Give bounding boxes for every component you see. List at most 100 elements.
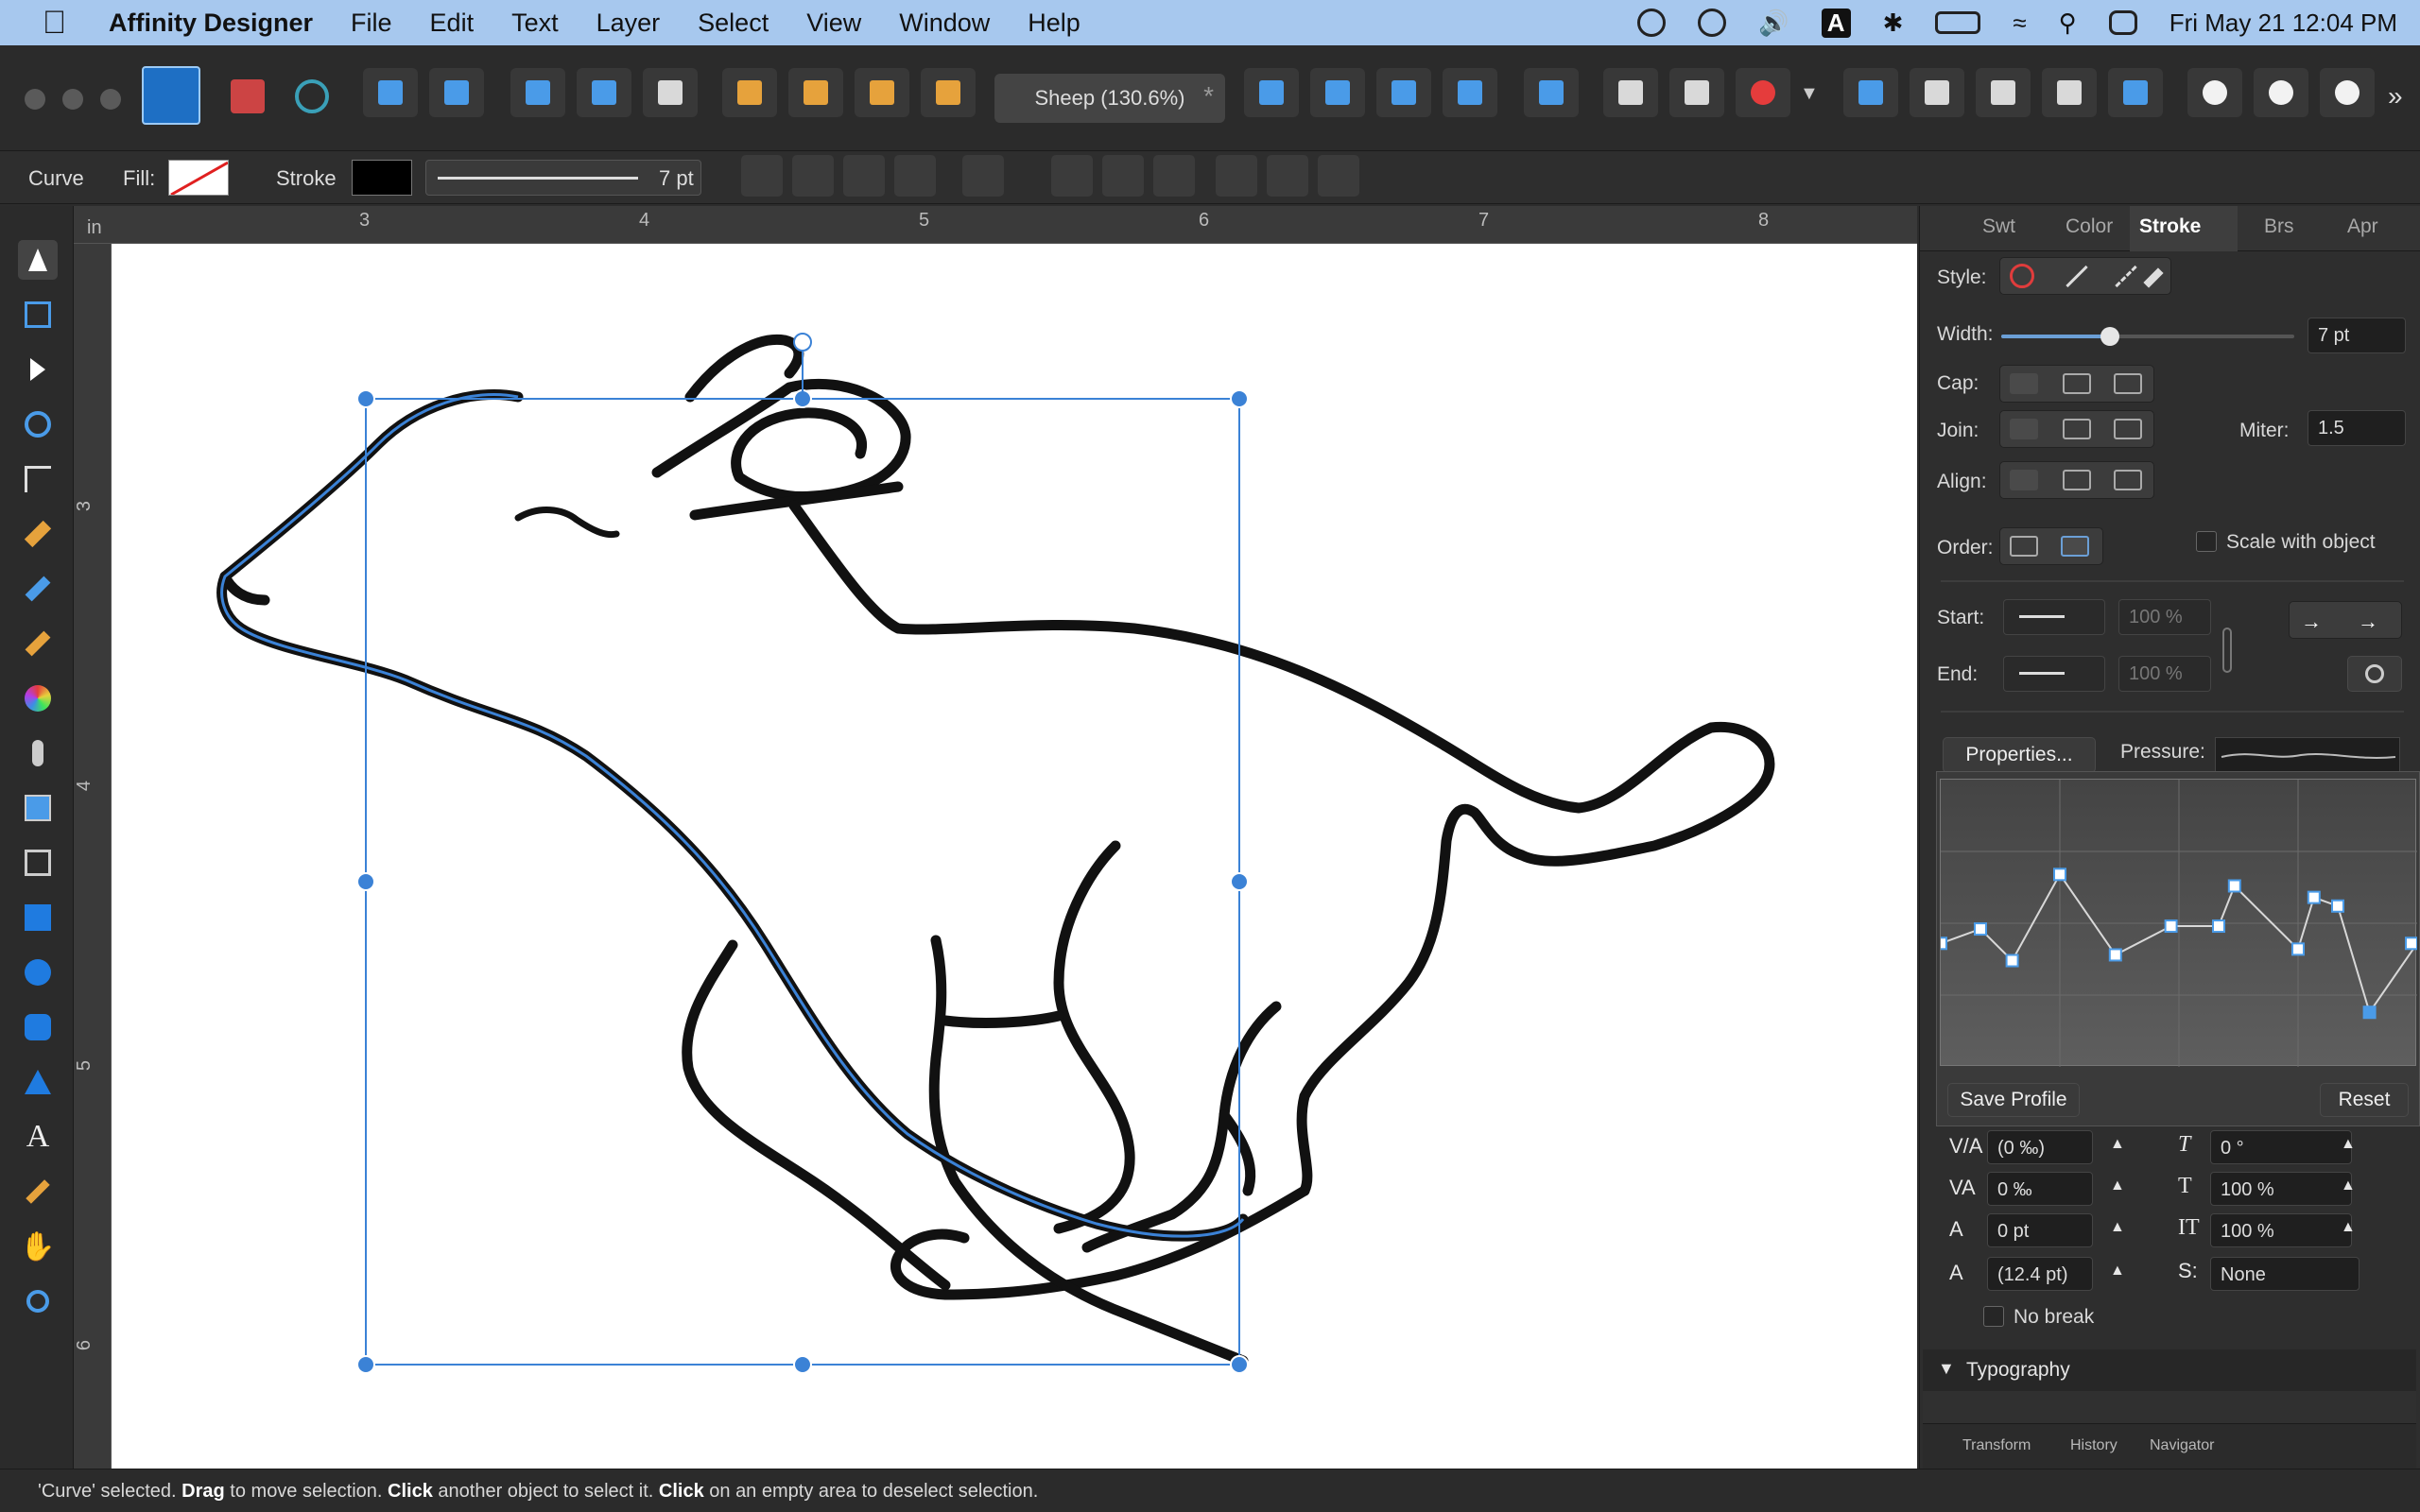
square-cap-icon[interactable] [2114,373,2142,394]
window-close-button[interactable] [25,89,45,110]
pressure-node[interactable] [2005,954,2019,968]
insert-inside-icon[interactable] [2320,68,2375,117]
menu-view[interactable]: View [806,9,861,38]
swap-arrowheads-button[interactable] [2347,656,2402,692]
control-center-icon[interactable] [2108,10,2137,35]
tab-brushes[interactable]: Brs [2264,215,2294,238]
boolean-add-icon[interactable] [1843,68,1898,117]
join-selector[interactable] [1999,410,2154,448]
menu-clock[interactable]: Fri May 21 12:04 PM [2169,9,2397,38]
pressure-node[interactable] [2362,1005,2377,1020]
link-scale-icon[interactable] [2222,627,2232,673]
tab-swatches[interactable]: Swt [1982,215,2015,238]
arrowhead-placement-selector[interactable]: → → [2289,601,2402,639]
pressure-node[interactable] [2227,879,2241,893]
tab-navigator[interactable]: Navigator [2150,1437,2214,1454]
input-source-icon[interactable]: A [1821,8,1851,38]
menu-help[interactable]: Help [1028,9,1080,38]
screen-record-icon[interactable] [1637,9,1667,37]
no-stroke-icon[interactable] [2010,264,2034,288]
rotate-left-icon[interactable] [1376,68,1431,117]
align-inside-stroke-icon[interactable] [2063,470,2091,490]
baseline-stepper-icon[interactable]: ▲ [2110,1219,2125,1236]
corner-tool-icon[interactable] [18,459,58,499]
order-selector[interactable] [1999,527,2103,565]
sheep-illustration[interactable] [112,244,1917,1469]
align-icon[interactable] [1524,68,1579,117]
butt-cap-icon[interactable] [2010,373,2038,394]
canvas[interactable] [112,244,1917,1469]
document-tab[interactable]: Sheep (130.6%) * [994,74,1225,123]
insert-behind-icon[interactable] [2187,68,2242,117]
pressure-node[interactable] [1974,922,1987,936]
pressure-node[interactable] [1934,936,1947,951]
pressure-node[interactable] [2291,942,2305,956]
node-tool-icon[interactable] [18,350,58,389]
text-tool-icon[interactable]: A [18,1117,58,1157]
tracking-stepper-icon[interactable]: ▲ [2110,1136,2125,1153]
pressure-node[interactable] [2212,919,2225,934]
move-tool-icon[interactable] [18,240,58,280]
kerning-field[interactable]: 0 ‰ [1987,1172,2093,1206]
vector-brush-tool-icon[interactable] [18,624,58,663]
window-zoom-button[interactable] [100,89,121,110]
transparency-tool-icon[interactable] [18,733,58,773]
artboard-tool-icon[interactable] [18,295,58,335]
pressure-node[interactable] [2053,868,2066,882]
stroke-swatch[interactable] [352,160,412,196]
window-minimize-button[interactable] [62,89,83,110]
rotate-right-icon[interactable] [1443,68,1497,117]
vertical-scale-field[interactable]: 100 % [2210,1172,2352,1206]
vertical-scale-stepper-icon[interactable]: ▲ [2341,1177,2356,1194]
rounded-rectangle-tool-icon[interactable] [18,1007,58,1047]
arrow-placement-inside-icon[interactable]: → [2301,610,2322,634]
battery-icon[interactable] [1935,11,1981,34]
arrange-forward-icon[interactable] [855,68,909,117]
snapping-grid-icon[interactable] [1603,68,1658,117]
pressure-node[interactable] [2164,919,2178,934]
kerning-stepper-icon[interactable]: ▲ [2110,1177,2125,1194]
tab-transform[interactable]: Transform [1962,1437,2031,1454]
designer-persona-icon[interactable] [142,66,200,125]
horizontal-scale-stepper-icon[interactable]: ▲ [2341,1219,2356,1236]
cap-selector[interactable] [1999,365,2154,403]
tab-appearance[interactable]: Apr [2347,215,2378,238]
scale-with-object-checkbox[interactable] [2196,531,2217,552]
shear-stepper-icon[interactable]: ▲ [2341,1136,2356,1153]
align-center-icon[interactable] [1102,155,1144,197]
time-machine-icon[interactable] [1698,9,1727,37]
solid-line-icon[interactable] [2066,265,2088,288]
brush-line-icon[interactable] [2143,267,2164,288]
bevel-join-icon[interactable] [2114,419,2142,439]
stroke-front-icon[interactable] [2061,536,2089,557]
miter-field[interactable]: 1.5 [2308,410,2406,446]
align-middle-icon[interactable] [1267,155,1308,197]
width-slider[interactable] [2001,327,2294,346]
artboard[interactable] [112,244,1917,1469]
end-arrowhead-select[interactable] [2003,656,2105,692]
zoom-tool-icon[interactable] [18,1281,58,1321]
contour-tool-icon[interactable] [18,404,58,444]
pressure-node[interactable] [2405,936,2418,951]
leading-stepper-icon[interactable]: ▲ [2110,1263,2125,1280]
triangle-tool-icon[interactable] [18,1062,58,1102]
assistant-off-icon[interactable] [429,68,484,117]
round-cap-icon[interactable] [2063,373,2091,394]
align-left-icon[interactable] [1051,155,1093,197]
miter-join-icon[interactable] [2010,419,2038,439]
reset-button[interactable]: Reset [2320,1083,2409,1117]
ellipse-tool-icon[interactable] [18,953,58,992]
pressure-graph[interactable] [1934,779,2418,1067]
tracking-field[interactable]: (0 ‰) [1987,1130,2093,1164]
menu-file[interactable]: File [351,9,392,38]
horizontal-scale-field[interactable]: 100 % [2210,1213,2352,1247]
align-center-stroke-icon[interactable] [2010,470,2038,490]
align-outside-stroke-icon[interactable] [2114,470,2142,490]
snapping-dropdown-icon[interactable]: ▼ [1800,83,1819,105]
toolbar-overflow-icon[interactable]: » [2388,81,2403,112]
insert-top-icon[interactable] [2254,68,2308,117]
align-right-icon[interactable] [1153,155,1195,197]
fill-swatch[interactable] [168,160,229,196]
rectangle-tool-icon[interactable] [18,898,58,937]
leading-field[interactable]: (12.4 pt) [1987,1257,2093,1291]
